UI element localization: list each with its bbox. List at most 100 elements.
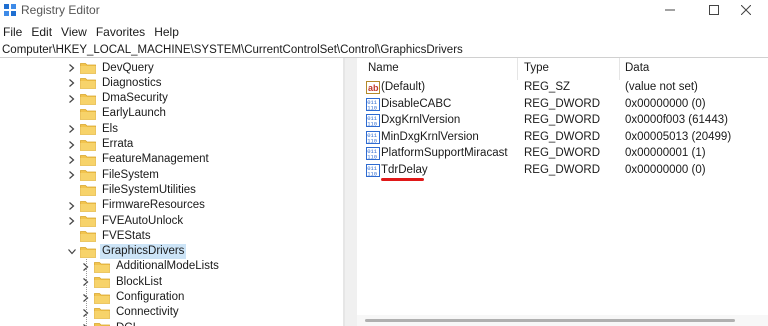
window-title: Registry Editor — [21, 3, 100, 17]
chevron-right-icon[interactable] — [66, 75, 78, 91]
tree-item[interactable]: Errata — [66, 137, 135, 153]
binary-value-icon: 011 110 — [366, 130, 380, 144]
value-row[interactable]: 011 110 PlatformSupportMiracast REG_DWORD 0x… — [357, 146, 768, 162]
tree-item[interactable]: DmaSecurity — [66, 91, 170, 107]
tree-item[interactable]: DCI — [80, 320, 138, 326]
close-button[interactable] — [724, 0, 768, 20]
value-row[interactable]: 011 110 TdrDelay REG_DWORD 0x00000000 (0) — [357, 163, 768, 181]
tree-item[interactable]: Connectivity — [80, 305, 181, 321]
tree-item-label: FVEAutoUnlock — [102, 214, 184, 227]
chevron-right-icon[interactable] — [66, 213, 78, 229]
folder-icon — [80, 62, 96, 74]
maximize-icon — [709, 5, 719, 15]
binary-value-icon: 011 110 — [366, 147, 380, 161]
binary-value-icon: 011 110 — [366, 163, 380, 177]
folder-icon — [94, 276, 110, 289]
folder-icon — [94, 292, 110, 304]
tree-item-label: Diagnostics — [102, 76, 162, 89]
menu-view[interactable]: View — [58, 23, 93, 41]
column-header-name[interactable]: Name — [368, 62, 399, 74]
tree-item-label: GraphicsDrivers — [100, 244, 187, 260]
svg-text:110: 110 — [367, 137, 377, 144]
value-type: REG_DWORD — [524, 114, 601, 126]
tree-item[interactable]: FVEStats — [66, 228, 153, 244]
value-list[interactable]: Name Type Data ab (Default) REG_SZ (value n… — [357, 58, 768, 326]
value-row[interactable]: 011 110 DisableCABC REG_DWORD 0x00000000 (0) — [357, 97, 768, 113]
registry-editor-icon — [4, 4, 16, 16]
folder-icon — [80, 230, 96, 243]
tree-item[interactable]: DevQuery — [66, 60, 156, 76]
tree-item-label: BlockList — [116, 275, 163, 288]
tree-item[interactable]: BlockList — [80, 274, 164, 290]
column-divider[interactable] — [619, 58, 620, 80]
folder-icon — [80, 184, 96, 197]
tree-item[interactable]: AdditionalModeLists — [80, 259, 221, 275]
menu-favorites[interactable]: Favorites — [93, 23, 151, 41]
column-divider[interactable] — [517, 58, 518, 80]
tree-item[interactable]: Configuration — [80, 290, 186, 306]
tree-item[interactable]: Els — [66, 121, 120, 137]
tree-item[interactable]: FileSystem — [66, 167, 161, 183]
binary-value-icon: 011 110 — [366, 97, 380, 111]
tree-item[interactable]: GraphicsDrivers — [66, 244, 187, 260]
tree-item[interactable]: Diagnostics — [66, 75, 163, 91]
chevron-right-icon[interactable] — [66, 137, 78, 153]
address-bar[interactable]: Computer\HKEY_LOCAL_MACHINE\SYSTEM\Curre… — [0, 42, 768, 58]
value-type: REG_DWORD — [524, 130, 601, 143]
value-data: (value not set) — [625, 81, 698, 93]
tree-item[interactable]: FVEAutoUnlock — [66, 213, 185, 229]
folder-icon — [80, 169, 96, 181]
chevron-right-icon[interactable] — [66, 198, 78, 214]
value-row[interactable]: 011 110 DxgKrnlVersion REG_DWORD 0x0000f003 … — [357, 113, 768, 129]
svg-text:110: 110 — [367, 104, 377, 111]
tree-item-label: Configuration — [116, 291, 185, 303]
tree-scrollbar[interactable] — [345, 58, 357, 326]
folder-icon — [80, 77, 96, 90]
chevron-right-icon[interactable] — [66, 60, 78, 76]
folder-icon — [80, 154, 96, 166]
list-horizontal-scrollbar[interactable] — [357, 315, 768, 326]
svg-text:110: 110 — [367, 170, 377, 177]
tree-guide-line — [86, 258, 87, 326]
value-type: REG_DWORD — [524, 163, 601, 176]
tree-item[interactable]: FileSystemUtilities — [66, 182, 198, 198]
value-data: 0x00000001 (1) — [625, 147, 706, 159]
tree-item-label: DmaSecurity — [102, 92, 168, 105]
scrollbar-thumb[interactable] — [365, 319, 735, 322]
value-name: DxgKrnlVersion — [381, 114, 461, 126]
value-data: 0x0000f003 (61443) — [625, 114, 728, 126]
tree-item[interactable]: FeatureManagement — [66, 152, 211, 168]
chevron-right-icon[interactable] — [66, 121, 78, 137]
chevron-down-icon[interactable] — [66, 244, 78, 260]
tree-item-label: Els — [102, 122, 118, 135]
menu-edit[interactable]: Edit — [28, 23, 58, 41]
close-icon — [741, 5, 751, 15]
column-header-data[interactable]: Data — [625, 62, 649, 74]
list-header: Name Type Data — [357, 58, 768, 80]
chevron-right-icon[interactable] — [66, 152, 78, 168]
key-tree[interactable]: DevQuery Diagnostics DmaSecurity EarlyLaunc… — [0, 58, 343, 326]
tree-item-label: FVEStats — [102, 229, 151, 242]
tree-item-label: FileSystemUtilities — [102, 183, 196, 196]
value-name: (Default) — [381, 81, 426, 93]
column-header-type[interactable]: Type — [524, 62, 549, 74]
menu-file[interactable]: File — [0, 23, 28, 41]
value-type: REG_DWORD — [524, 97, 601, 110]
value-row[interactable]: ab (Default) REG_SZ (value not set) — [357, 80, 768, 96]
tree-item-label: AdditionalModeLists — [116, 260, 219, 273]
chevron-right-icon[interactable] — [66, 167, 78, 183]
tree-item-label: Errata — [102, 138, 134, 150]
svg-text:110: 110 — [367, 121, 377, 128]
tree-item-label: EarlyLaunch — [102, 107, 166, 120]
menu-help[interactable]: Help — [151, 23, 185, 41]
tree-item[interactable]: FirmwareResources — [66, 198, 207, 214]
tree-item[interactable]: EarlyLaunch — [66, 106, 168, 122]
value-name: PlatformSupportMiracast — [381, 147, 508, 159]
chevron-right-icon[interactable] — [66, 91, 78, 107]
tree-item-label: Connectivity — [116, 306, 179, 319]
minimize-icon — [665, 9, 675, 11]
minimize-button[interactable] — [648, 0, 692, 20]
folder-icon — [80, 123, 96, 136]
value-row[interactable]: 011 110 MinDxgKrnlVersion REG_DWORD 0x000050… — [357, 130, 768, 146]
